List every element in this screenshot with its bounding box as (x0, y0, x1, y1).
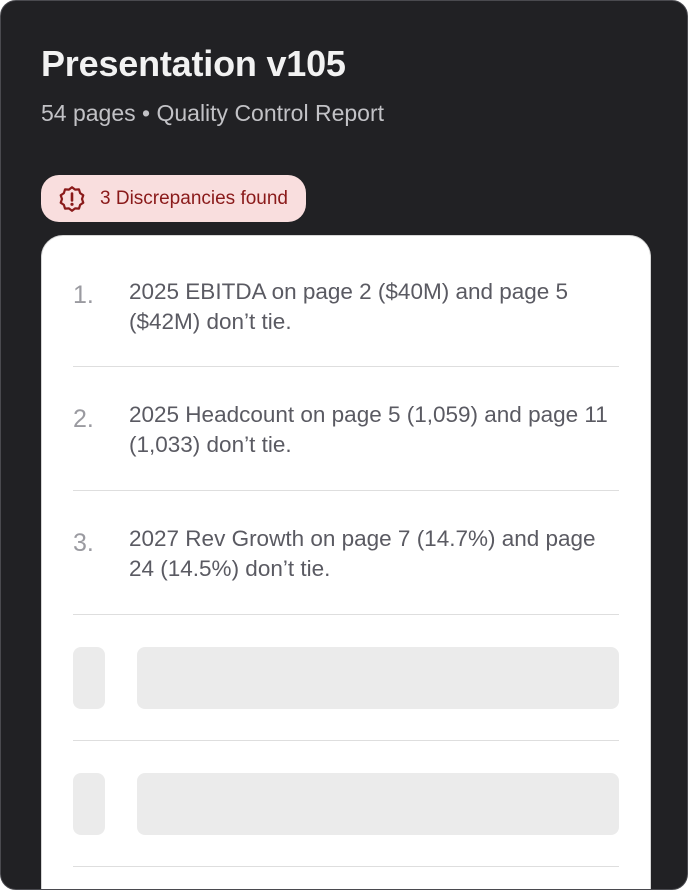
page-title: Presentation v105 (41, 43, 346, 84)
discrepancy-number: 3. (73, 529, 94, 557)
loading-placeholder-row (73, 615, 619, 741)
discrepancies-count-label: 3 Discrepancies found (100, 187, 288, 209)
discrepancy-number: 2. (73, 405, 94, 433)
skeleton-text (137, 773, 619, 835)
skeleton-number (73, 647, 105, 709)
discrepancy-text: 2025 Headcount on page 5 (1,059) and pag… (129, 402, 608, 457)
skeleton-text (137, 647, 619, 709)
skeleton-number (73, 773, 105, 835)
discrepancy-text: 2025 EBITDA on page 2 ($40M) and page 5 … (129, 279, 569, 334)
alert-badge-icon (59, 185, 85, 212)
report-panel: Presentation v105 54 pages • Quality Con… (0, 0, 688, 890)
discrepancies-card: 1. 2025 EBITDA on page 2 ($40M) and page… (41, 235, 651, 889)
report-subtitle: 54 pages • Quality Control Report (41, 100, 385, 126)
loading-placeholder-row (73, 741, 619, 867)
discrepancy-item[interactable]: 2. 2025 Headcount on page 5 (1,059) and … (73, 367, 619, 491)
discrepancies-badge: 3 Discrepancies found (41, 175, 306, 222)
discrepancy-item[interactable]: 1. 2025 EBITDA on page 2 ($40M) and page… (73, 236, 619, 367)
discrepancy-item[interactable]: 3. 2027 Rev Growth on page 7 (14.7%) and… (73, 491, 619, 615)
discrepancy-number: 1. (73, 281, 94, 309)
discrepancy-text: 2027 Rev Growth on page 7 (14.7%) and pa… (129, 526, 596, 581)
